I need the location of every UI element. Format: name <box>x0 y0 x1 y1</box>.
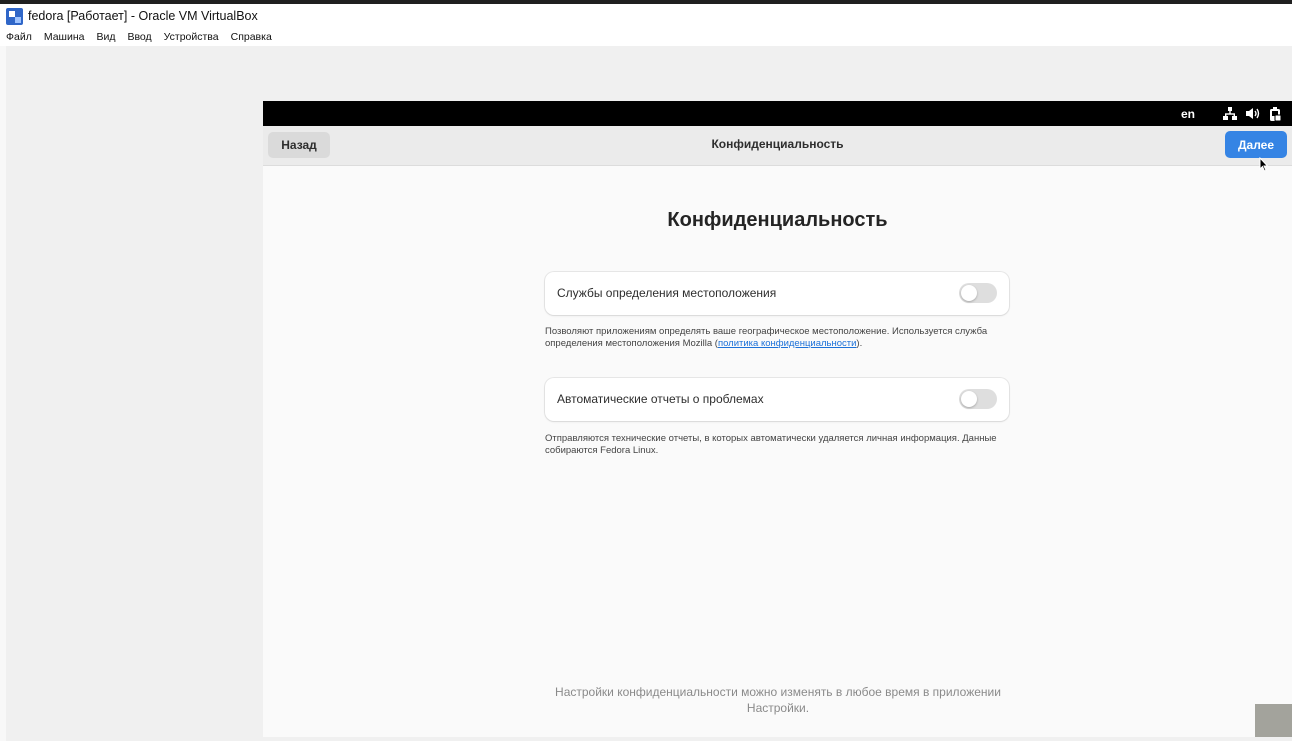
location-services-toggle[interactable] <box>959 283 997 303</box>
mouse-pointer-icon <box>1259 157 1269 172</box>
header-title: Конфиденциальность <box>711 137 844 151</box>
next-button[interactable]: Далее <box>1225 131 1287 158</box>
problem-reports-toggle[interactable] <box>959 389 997 409</box>
problem-reports-label: Автоматические отчеты о проблемах <box>557 392 764 406</box>
menu-view[interactable]: Вид <box>96 31 115 43</box>
gnome-top-bar: en <box>263 101 1292 126</box>
menu-input[interactable]: Ввод <box>127 31 151 43</box>
problem-reports-row[interactable]: Автоматические отчеты о проблемах <box>545 378 1009 421</box>
menu-help[interactable]: Справка <box>231 31 272 43</box>
window-title: fedora [Работает] - Oracle VM VirtualBox <box>28 9 258 23</box>
battery-icon[interactable] <box>1269 106 1281 121</box>
volume-icon[interactable] <box>1246 107 1260 120</box>
menu-machine[interactable]: Машина <box>44 31 85 43</box>
network-icon[interactable] <box>1223 107 1237 120</box>
toggle-knob <box>961 391 977 407</box>
menu-bar: Файл Машина Вид Ввод Устройства Справка <box>0 28 1292 46</box>
location-desc-end: ). <box>856 338 863 349</box>
virtualbox-app-icon <box>6 7 23 25</box>
vm-screen: en Назад Конфиденциальность Далее Конфид… <box>263 101 1292 737</box>
corner-thumbnail <box>1255 704 1292 737</box>
left-edge <box>0 46 6 741</box>
title-bar: fedora [Работает] - Oracle VM VirtualBox <box>0 4 1292 28</box>
keyboard-layout-indicator[interactable]: en <box>1181 107 1195 121</box>
location-services-description: Позволяют приложениям определять ваше ге… <box>545 326 1009 350</box>
location-services-row[interactable]: Службы определения местоположения <box>545 272 1009 315</box>
page-heading: Конфиденциальность <box>667 209 888 231</box>
location-services-label: Службы определения местоположения <box>557 286 777 300</box>
toggle-knob <box>961 285 977 301</box>
menu-file[interactable]: Файл <box>6 31 32 43</box>
footer-note: Настройки конфиденциальности можно измен… <box>555 685 1001 715</box>
privacy-policy-link[interactable]: политика конфиденциальности <box>718 338 856 349</box>
menu-devices[interactable]: Устройства <box>164 31 219 43</box>
problem-reports-description: Отправляются технические отчеты, в котор… <box>545 433 997 456</box>
header-bar: Назад Конфиденциальность Далее <box>263 126 1292 166</box>
